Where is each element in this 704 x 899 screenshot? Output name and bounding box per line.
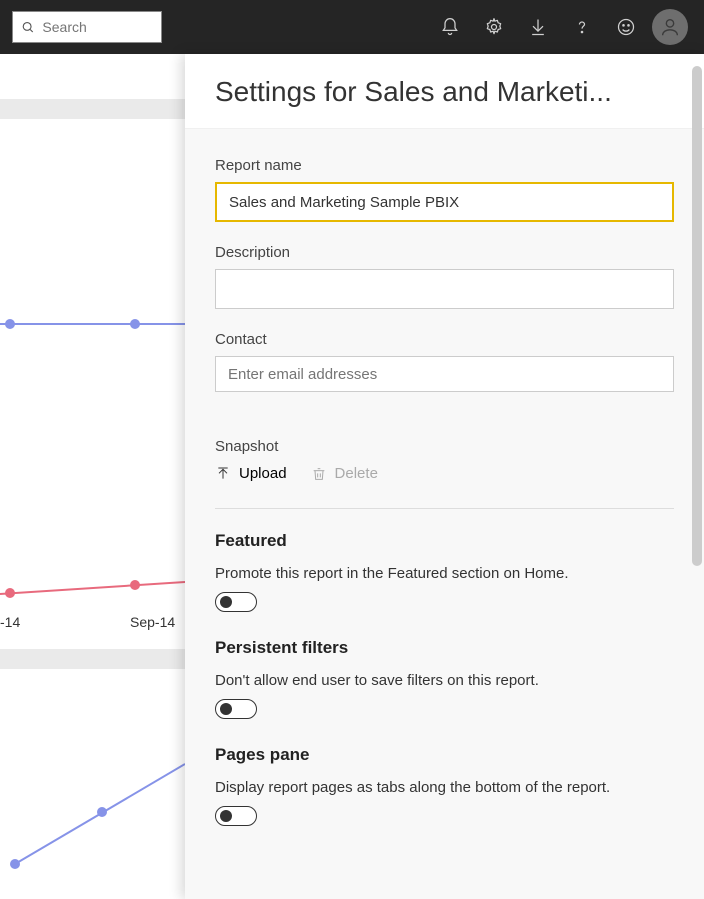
download-button[interactable] [516,5,560,49]
panel-body: Report name Description Contact Snapshot… [185,129,704,899]
background-report: -14 Sep-14 [0,54,185,899]
chart-line-red [0,574,185,604]
pagespane-desc: Display report pages as tabs along the b… [215,777,674,798]
contact-label: Contact [215,331,674,348]
snapshot-upload-button[interactable]: Upload [215,465,287,482]
panel-header: Settings for Sales and Marketi... [185,54,704,129]
smiley-icon [616,17,636,37]
persistent-toggle[interactable] [215,699,257,719]
delete-label: Delete [335,465,378,482]
featured-toggle[interactable] [215,592,257,612]
pagespane-toggle[interactable] [215,806,257,826]
report-name-input[interactable] [215,182,674,222]
featured-desc: Promote this report in the Featured sect… [215,563,674,584]
upload-label: Upload [239,465,287,482]
chart-line-blue-2 [0,754,185,884]
settings-button[interactable] [472,5,516,49]
person-icon [659,16,681,38]
topbar [0,0,704,54]
axis-tick-label: Sep-14 [130,614,175,630]
trash-icon [311,466,327,482]
chart-line-blue [0,314,185,334]
description-label: Description [215,244,674,261]
account-button[interactable] [652,9,688,45]
panel-title: Settings for Sales and Marketi... [215,76,674,108]
gear-icon [484,17,504,37]
help-button[interactable] [560,5,604,49]
upload-icon [215,466,231,482]
search-icon [21,19,34,35]
download-icon [528,17,548,37]
snapshot-label: Snapshot [215,438,674,455]
search-input[interactable] [42,19,153,35]
pagespane-title: Pages pane [215,745,674,765]
persistent-desc: Don't allow end user to save filters on … [215,670,674,691]
divider [215,508,674,509]
question-icon [572,17,592,37]
topbar-actions [428,5,696,49]
description-input[interactable] [215,269,674,309]
scrollbar[interactable] [692,129,702,566]
axis-tick-label: -14 [0,614,20,630]
feedback-button[interactable] [604,5,648,49]
contact-input[interactable] [215,356,674,392]
featured-title: Featured [215,531,674,551]
notifications-button[interactable] [428,5,472,49]
snapshot-actions: Upload Delete [215,465,674,500]
bell-icon [440,17,460,37]
search-box[interactable] [12,11,162,43]
persistent-title: Persistent filters [215,638,674,658]
settings-panel: Settings for Sales and Marketi... Report… [185,54,704,899]
report-name-label: Report name [215,157,674,174]
snapshot-delete-button[interactable]: Delete [311,465,378,482]
